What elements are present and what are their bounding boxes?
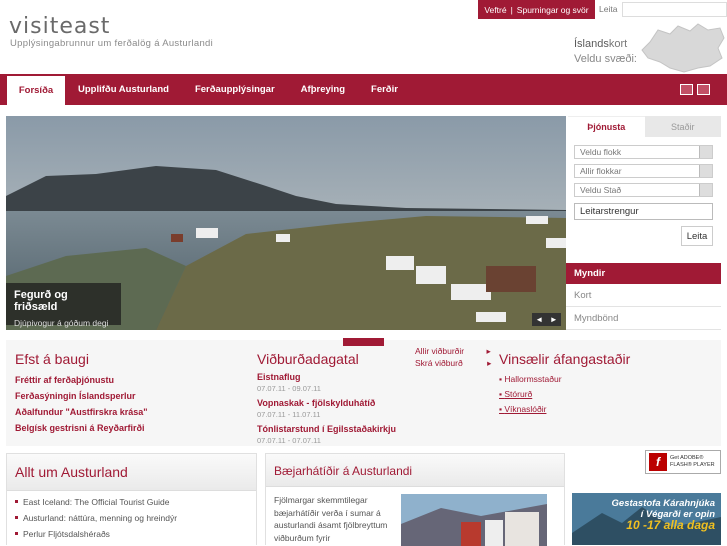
banner-text: Gestastofa Kárahnjúka í Végarði er opin … — [611, 498, 715, 532]
next-slide-icon[interactable]: ► — [550, 315, 558, 324]
top-news-title: Efst á baugi — [15, 351, 89, 367]
site-tagline: Upplýsingabrunnur um ferðalög á Austurla… — [10, 38, 214, 49]
register-event-link[interactable]: Skrá viðburð ▸ — [415, 358, 491, 369]
slideshow-controls: ◄ ► — [532, 313, 561, 326]
news-link[interactable]: Aðalfundur "Austfirskra krása" — [15, 407, 148, 417]
event-name[interactable]: Eistnaflug — [257, 372, 301, 382]
list-item[interactable]: East Iceland: The Official Tourist Guide — [7, 497, 256, 507]
events-title: Viðburðadagatal — [257, 351, 359, 367]
map-region-select[interactable]: Veldu svæði: — [574, 53, 637, 65]
main-nav: Forsíða Upplifðu Austurland Ferðaupplýsi… — [0, 74, 727, 105]
about-east-box: Allt um Austurland East Iceland: The Off… — [6, 453, 257, 545]
iceland-map[interactable] — [640, 22, 726, 74]
town-festivals-title: Bæjarhátíðir á Austurlandi — [266, 454, 564, 487]
print-icon[interactable] — [680, 84, 693, 95]
popular-item[interactable]: ▪ Víknaslóðir — [499, 404, 546, 414]
all-categories-select[interactable]: Allir flokkar — [574, 164, 713, 178]
email-icon[interactable] — [697, 84, 710, 95]
popular-item[interactable]: ▪ Hallormsstaður — [499, 374, 562, 384]
hero-caption-subtitle: Djúpivogur á góðum degi — [14, 318, 109, 328]
karahnjukar-banner[interactable]: Gestastofa Kárahnjúka í Végarði er opin … — [572, 493, 721, 545]
place-select[interactable]: Veldu Stað — [574, 183, 713, 197]
sitemap-link[interactable]: Veftré — [484, 5, 506, 15]
top-links-bar: Veftré | Spurningar og svör — [478, 0, 595, 19]
separator: | — [510, 4, 513, 15]
popular-title: Vinsælir áfangastaðir — [499, 351, 631, 367]
hero-caption: Fegurð og friðsæld Djúpivogur á góðum de… — [6, 283, 121, 328]
nav-tools — [680, 84, 710, 95]
news-link[interactable]: Ferðasýningin Íslandsperlur — [15, 391, 136, 401]
search-input[interactable] — [622, 2, 727, 17]
town-festivals-box: Bæjarhátíðir á Austurlandi Fjölmargar sk… — [265, 453, 565, 546]
nav-experience[interactable]: Upplifðu Austurland — [65, 74, 182, 105]
sidebar-link-photos[interactable]: Myndir — [566, 263, 721, 284]
nav-home[interactable]: Forsíða — [7, 74, 65, 105]
search-tabs: Þjónusta Staðir — [568, 116, 721, 137]
collapse-toggle[interactable] — [343, 338, 384, 346]
event-date: 07.07.11 - 09.07.11 — [257, 384, 321, 393]
nav-travel-info[interactable]: Ferðaupplýsingar — [182, 74, 288, 105]
flash-icon: f — [649, 453, 667, 471]
search-string-input[interactable]: Leitarstrengur — [574, 203, 713, 220]
tab-services[interactable]: Þjónusta — [568, 116, 645, 137]
faq-link[interactable]: Spurningar og svör — [517, 5, 589, 15]
festival-photo[interactable] — [401, 494, 547, 546]
all-events-link[interactable]: Allir viðburðir ▸ — [415, 346, 491, 357]
popular-item[interactable]: ▪ Stórurð — [499, 389, 532, 399]
get-flash-player-badge[interactable]: f Get ADOBE® FLASH® PLAYER — [645, 450, 721, 474]
sidebar-link-videos[interactable]: Myndbönd — [566, 308, 721, 330]
hero-caption-title: Fegurð og friðsæld — [14, 289, 68, 313]
event-name[interactable]: Vopnaskak - fjölskylduhátíð — [257, 398, 375, 408]
list-item[interactable]: Perlur Fljótsdalshéraðs — [7, 529, 256, 539]
news-link[interactable]: Belgísk gestrisni á Reyðarfirði — [15, 423, 145, 433]
news-link[interactable]: Fréttir af ferðaþjónustu — [15, 375, 114, 385]
event-name[interactable]: Tónlistarstund í Egilsstaðakirkju — [257, 424, 396, 434]
nav-tours[interactable]: Ferðir — [358, 74, 411, 105]
tab-places[interactable]: Staðir — [644, 116, 721, 137]
site-logo[interactable]: visiteast — [9, 14, 110, 39]
town-festivals-text: Fjölmargar skemmtilegar bæjarhátíðir ver… — [274, 495, 388, 543]
search-button[interactable]: Leita — [681, 226, 713, 246]
map-title: Íslandskort — [574, 38, 628, 50]
prev-slide-icon[interactable]: ◄ — [535, 315, 543, 324]
nav-activities[interactable]: Afþreying — [288, 74, 358, 105]
search-label: Leita — [599, 4, 618, 14]
event-date: 07.07.11 - 07.07.11 — [257, 436, 321, 445]
about-east-title: Allt um Austurland — [7, 454, 256, 491]
event-date: 07.07.11 - 11.07.11 — [257, 410, 321, 419]
category-select[interactable]: Veldu flokk — [574, 145, 713, 159]
sidebar-link-map[interactable]: Kort — [566, 285, 721, 307]
list-item[interactable]: Austurland: náttúra, menning og hreindýr — [7, 513, 256, 523]
